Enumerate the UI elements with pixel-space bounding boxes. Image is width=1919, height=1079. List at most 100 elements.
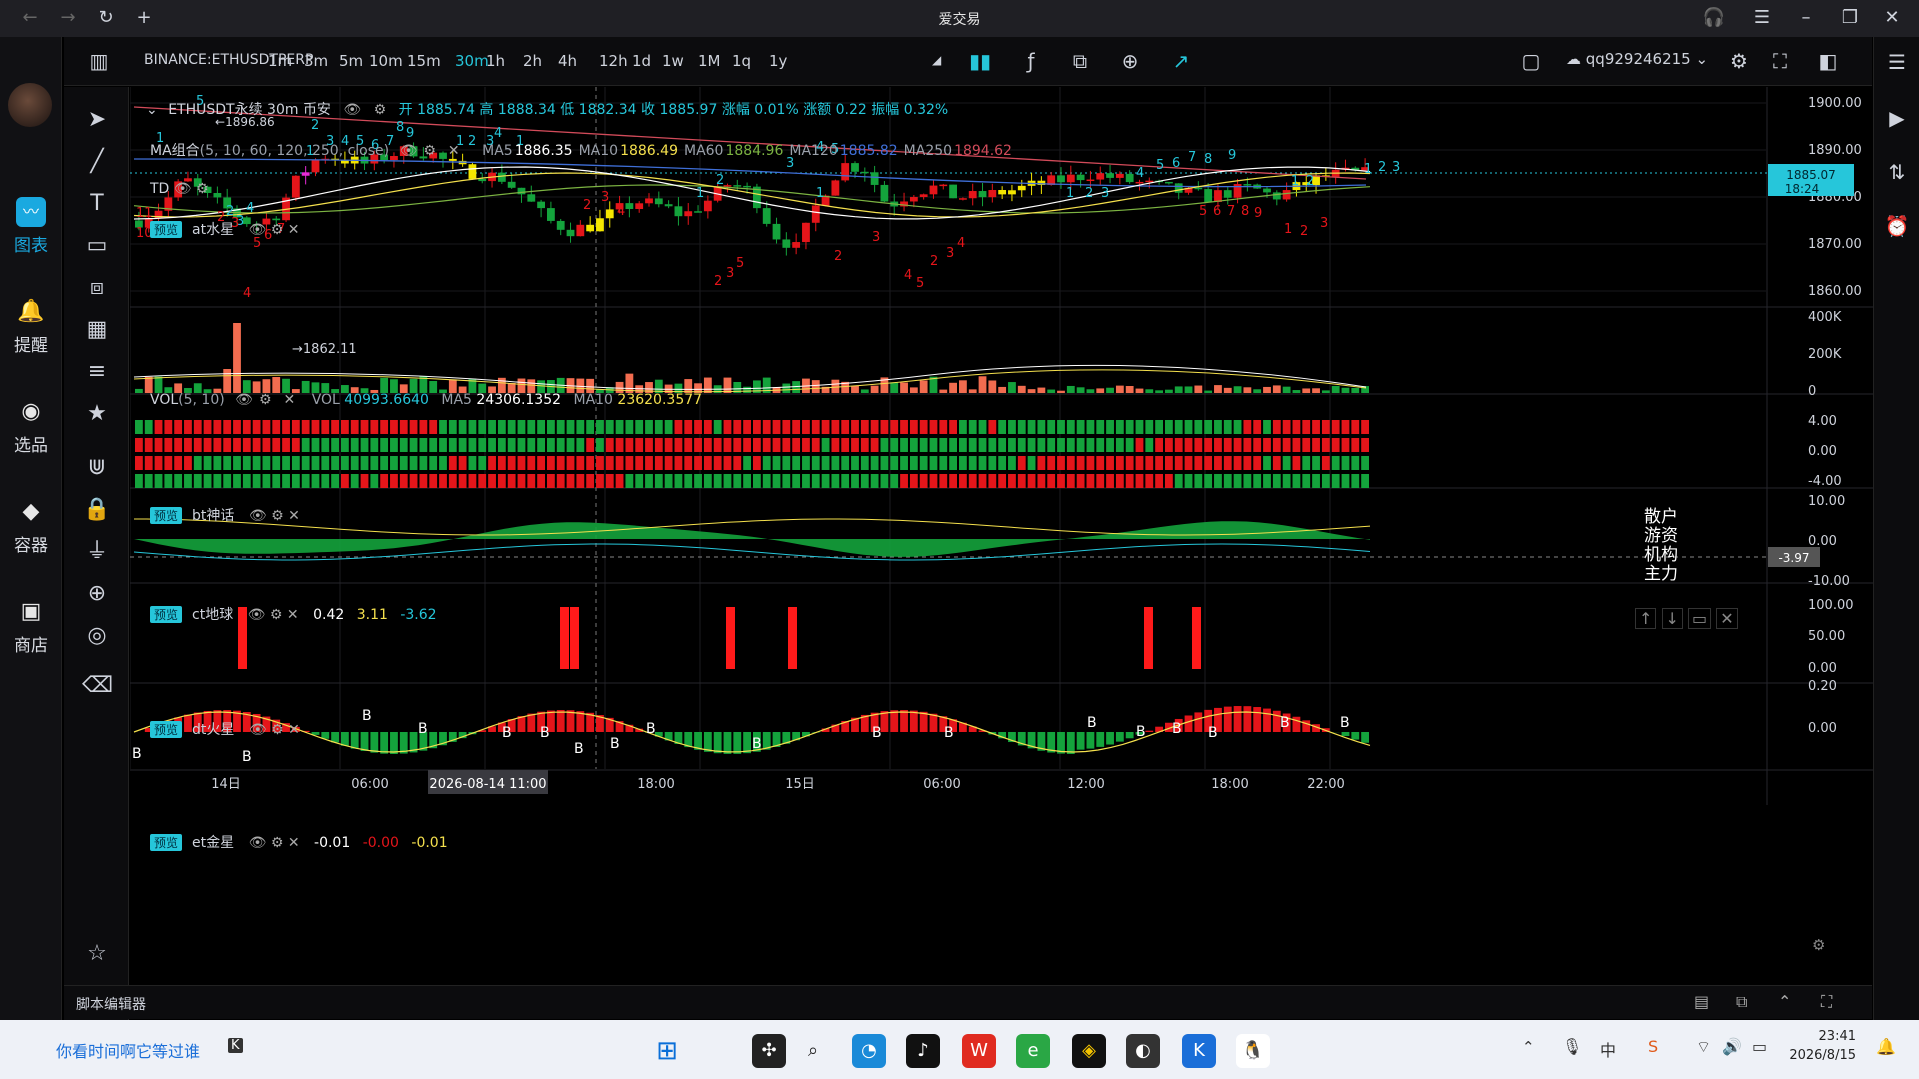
magnet-icon[interactable]: ⋓ bbox=[82, 453, 112, 483]
browser-icon[interactable]: e bbox=[1016, 1034, 1050, 1068]
favorite-star-icon[interactable]: ☆ bbox=[82, 939, 112, 969]
timeframe-1M[interactable]: 1M bbox=[698, 52, 721, 70]
open-script-icon[interactable]: ⧉ bbox=[1736, 992, 1747, 1012]
clock-date[interactable]: 2026/8/15 bbox=[1780, 1048, 1856, 1063]
panel-icon[interactable]: ◧ bbox=[1815, 48, 1841, 74]
et-eye-icon[interactable]: 👁 bbox=[249, 835, 267, 851]
alert-add-icon[interactable]: ⊕ bbox=[1117, 48, 1143, 74]
crosshair-icon[interactable]: ⊕ bbox=[82, 579, 112, 609]
media-app-icon[interactable]: ◐ bbox=[1126, 1034, 1160, 1068]
tray-app-icon[interactable]: S bbox=[1648, 1037, 1658, 1056]
filter-icon[interactable]: ⏚ bbox=[82, 537, 112, 567]
layout-icon[interactable]: ▢ bbox=[1518, 48, 1544, 74]
ma-settings-icon[interactable]: ⚙ bbox=[423, 143, 436, 159]
nav-item-4[interactable]: ▣ 商店 bbox=[0, 597, 62, 656]
et-settings-icon[interactable]: ⚙ bbox=[271, 835, 284, 851]
chart-area[interactable]: 1900.00 1890.00 1880.00 1870.00 1860.00 1885.… bbox=[129, 87, 1873, 1020]
start-icon[interactable]: ⊞ bbox=[650, 1034, 684, 1068]
line-tool-icon[interactable]: ╱ bbox=[82, 147, 112, 177]
ma-close-icon[interactable]: ✕ bbox=[448, 143, 460, 159]
fullscreen-icon[interactable]: ⛶ bbox=[1767, 48, 1793, 74]
pane-maximize-icon[interactable]: ▭ bbox=[1688, 608, 1712, 629]
text-tool-icon[interactable]: T bbox=[82, 189, 112, 219]
maximize-button[interactable]: ❐ bbox=[1836, 6, 1864, 30]
volume-icon[interactable]: 🔊 bbox=[1722, 1037, 1742, 1056]
wps-icon[interactable]: W bbox=[962, 1034, 996, 1068]
timeframe-12h[interactable]: 12h bbox=[599, 52, 628, 70]
timeframe-5m[interactable]: 5m bbox=[339, 52, 363, 70]
taskbar-widget-text[interactable]: 你看时间啊它等过谁 bbox=[56, 1038, 200, 1062]
minimize-button[interactable]: – bbox=[1792, 6, 1820, 30]
headset-icon[interactable]: 🎧 bbox=[1700, 6, 1728, 30]
ct-eye-icon[interactable]: 👁 bbox=[248, 607, 266, 623]
indicator-add-icon[interactable]: ƒ bbox=[1018, 48, 1044, 74]
timeframe-1w[interactable]: 1w bbox=[662, 52, 684, 70]
data-window-icon[interactable]: ⇅ bbox=[1882, 157, 1912, 187]
timeframe-15m[interactable]: 15m bbox=[407, 52, 441, 70]
k-app-icon[interactable]: K bbox=[1182, 1034, 1216, 1068]
lock-icon[interactable]: 🔒 bbox=[82, 495, 112, 525]
timeframe-30m[interactable]: 30m bbox=[455, 52, 489, 70]
at-eye-icon[interactable]: 👁 bbox=[249, 222, 267, 238]
eraser-icon[interactable]: ⌫ bbox=[82, 671, 113, 701]
star-tool-icon[interactable]: ★ bbox=[82, 399, 112, 429]
notification-icon[interactable]: 🔔 bbox=[1876, 1037, 1896, 1056]
alarm-icon[interactable]: ⏰ bbox=[1882, 211, 1912, 241]
trading-app-icon[interactable]: ◈ bbox=[1072, 1034, 1106, 1068]
bt-eye-icon[interactable]: 👁 bbox=[249, 508, 267, 524]
maximize-editor-icon[interactable]: ⛶ bbox=[1821, 992, 1832, 1012]
pane-close-icon[interactable]: ✕ bbox=[1716, 608, 1738, 629]
clock-time[interactable]: 23:41 bbox=[1796, 1029, 1856, 1044]
timeframe-3m[interactable]: 3m bbox=[304, 52, 328, 70]
compare-icon[interactable]: ⧉ bbox=[1067, 48, 1093, 74]
ct-settings-icon[interactable]: ⚙ bbox=[270, 607, 283, 623]
nav-item-1[interactable]: 🔔 提醒 bbox=[0, 297, 62, 356]
play-icon[interactable]: ▶ bbox=[1882, 103, 1912, 133]
dt-close-icon[interactable]: ✕ bbox=[288, 722, 300, 738]
crop-tool-icon[interactable]: ⧈ bbox=[82, 273, 112, 303]
timeframe-1m[interactable]: 1m bbox=[268, 52, 292, 70]
battery-icon[interactable]: ▭ bbox=[1752, 1037, 1767, 1056]
td-settings-icon[interactable]: ⚙ bbox=[196, 181, 209, 197]
tiktok-icon[interactable]: ♪ bbox=[906, 1034, 940, 1068]
expand-up-icon[interactable]: ⌃ bbox=[1778, 992, 1791, 1011]
et-close-icon[interactable]: ✕ bbox=[288, 835, 300, 851]
chart-canvas[interactable]: 1900.001890.001880.001870.001860.001885.… bbox=[129, 87, 1873, 1020]
at-settings-icon[interactable]: ⚙ bbox=[271, 222, 284, 238]
dt-eye-icon[interactable]: 👁 bbox=[249, 722, 267, 738]
cursor-icon[interactable]: ➤ bbox=[82, 105, 112, 135]
script-editor-label[interactable]: 脚本编辑器 bbox=[76, 994, 146, 1014]
hide-icon[interactable]: ◎ bbox=[82, 621, 112, 651]
ma-eye-icon[interactable]: 👁 bbox=[400, 143, 418, 159]
grid-tool-icon[interactable]: ▦ bbox=[82, 315, 112, 345]
nav-item-3[interactable]: ◆ 容器 bbox=[0, 497, 62, 556]
nav-item-0[interactable]: 〰图表 bbox=[0, 197, 62, 256]
mic-icon[interactable]: 🎙 bbox=[1562, 1037, 1582, 1056]
timeframe-2h[interactable]: 2h bbox=[523, 52, 542, 70]
timeframe-dropdown-icon[interactable]: ◢ bbox=[932, 53, 941, 67]
pane-up-icon[interactable]: ↑ bbox=[1635, 608, 1657, 629]
user-menu[interactable]: ☁ qq929246215 ⌄ bbox=[1566, 50, 1708, 68]
vol-eye-icon[interactable]: 👁 bbox=[235, 392, 253, 408]
watchlist-icon[interactable]: ☰ bbox=[1882, 47, 1912, 77]
candles-icon[interactable]: ▮▮ bbox=[967, 48, 993, 74]
chat-app-icon[interactable]: ◔ bbox=[852, 1034, 886, 1068]
ime-icon[interactable]: 中 bbox=[1600, 1037, 1616, 1061]
tray-chevron-icon[interactable]: ⌃ bbox=[1522, 1038, 1535, 1056]
timeframe-1q[interactable]: 1q bbox=[732, 52, 751, 70]
avatar[interactable] bbox=[8, 83, 52, 127]
menu-icon[interactable]: ☰ bbox=[1748, 6, 1776, 30]
timeframe-10m[interactable]: 10m bbox=[369, 52, 403, 70]
trend-icon[interactable]: ↗ bbox=[1168, 48, 1194, 74]
eye-icon[interactable]: 👁 bbox=[343, 102, 361, 118]
dt-settings-icon[interactable]: ⚙ bbox=[271, 722, 284, 738]
qq-icon[interactable]: 🐧 bbox=[1236, 1034, 1270, 1068]
timeframe-4h[interactable]: 4h bbox=[558, 52, 577, 70]
app-pinwheel-icon[interactable]: ✣ bbox=[752, 1034, 786, 1068]
td-eye-icon[interactable]: 👁 bbox=[174, 181, 192, 197]
timeframe-1d[interactable]: 1d bbox=[632, 52, 651, 70]
bt-close-icon[interactable]: ✕ bbox=[288, 508, 300, 524]
vol-settings-icon[interactable]: ⚙ bbox=[259, 392, 272, 408]
timeframe-1y[interactable]: 1y bbox=[769, 52, 787, 70]
sidebar-toggle-icon[interactable]: ▥ bbox=[86, 48, 112, 74]
